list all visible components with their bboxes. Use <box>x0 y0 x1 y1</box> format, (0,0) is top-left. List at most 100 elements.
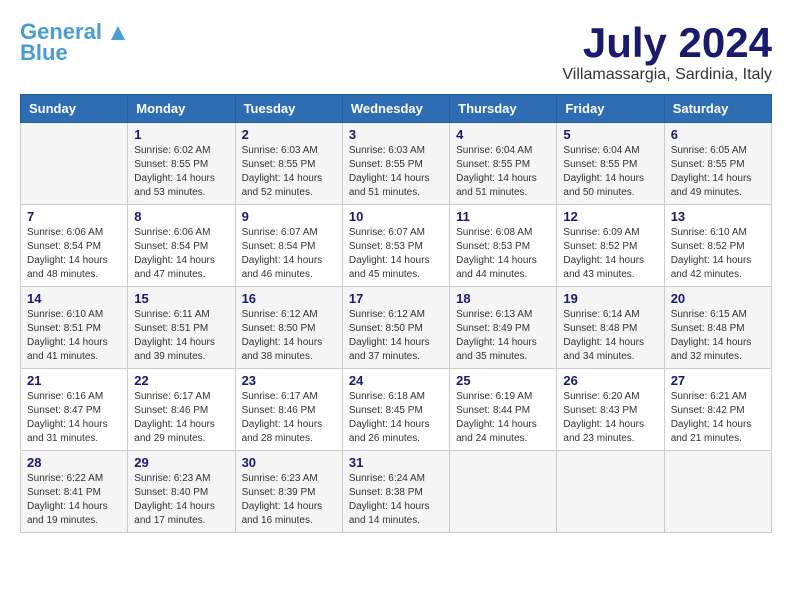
cell-week2-day1: 8 Sunrise: 6:06 AMSunset: 8:54 PMDaylight… <box>128 205 235 287</box>
day-number-12: 12 <box>563 209 657 224</box>
day-info-12: Sunrise: 6:09 AMSunset: 8:52 PMDaylight:… <box>563 226 657 282</box>
day-info-14: Sunrise: 6:10 AMSunset: 8:51 PMDaylight:… <box>27 308 121 364</box>
day-number-8: 8 <box>134 209 228 224</box>
day-info-4: Sunrise: 6:04 AMSunset: 8:55 PMDaylight:… <box>456 144 550 200</box>
day-number-24: 24 <box>349 373 443 388</box>
day-number-7: 7 <box>27 209 121 224</box>
day-info-29: Sunrise: 6:23 AMSunset: 8:40 PMDaylight:… <box>134 472 228 528</box>
day-info-22: Sunrise: 6:17 AMSunset: 8:46 PMDaylight:… <box>134 390 228 446</box>
day-info-30: Sunrise: 6:23 AMSunset: 8:39 PMDaylight:… <box>242 472 336 528</box>
day-number-31: 31 <box>349 455 443 470</box>
cell-week5-day4 <box>450 451 557 533</box>
day-info-28: Sunrise: 6:22 AMSunset: 8:41 PMDaylight:… <box>27 472 121 528</box>
page-header: General Blue July 2024 Villamassargia, S… <box>20 20 772 84</box>
title-block: July 2024 Villamassargia, Sardinia, Ital… <box>562 20 772 84</box>
week-row-1: 1 Sunrise: 6:02 AMSunset: 8:55 PMDaylight… <box>21 123 772 205</box>
day-number-5: 5 <box>563 127 657 142</box>
day-number-15: 15 <box>134 291 228 306</box>
day-info-26: Sunrise: 6:20 AMSunset: 8:43 PMDaylight:… <box>563 390 657 446</box>
cell-week4-day5: 26 Sunrise: 6:20 AMSunset: 8:43 PMDayligh… <box>557 369 664 451</box>
day-number-29: 29 <box>134 455 228 470</box>
header-friday: Friday <box>557 95 664 123</box>
cell-week5-day0: 28 Sunrise: 6:22 AMSunset: 8:41 PMDayligh… <box>21 451 128 533</box>
header-saturday: Saturday <box>664 95 771 123</box>
cell-week3-day1: 15 Sunrise: 6:11 AMSunset: 8:51 PMDayligh… <box>128 287 235 369</box>
cell-week2-day6: 13Sunrise: 6:10 AMSunset: 8:52 PMDayligh… <box>664 205 771 287</box>
cell-week5-day5 <box>557 451 664 533</box>
calendar-table: Sunday Monday Tuesday Wednesday Thursday… <box>20 94 772 533</box>
cell-week3-day5: 19 Sunrise: 6:14 AMSunset: 8:48 PMDayligh… <box>557 287 664 369</box>
day-number-22: 22 <box>134 373 228 388</box>
cell-week1-day1: 1 Sunrise: 6:02 AMSunset: 8:55 PMDaylight… <box>128 123 235 205</box>
day-number-16: 16 <box>242 291 336 306</box>
day-number-3: 3 <box>349 127 443 142</box>
day-info-24: Sunrise: 6:18 AMSunset: 8:45 PMDaylight:… <box>349 390 443 446</box>
cell-week1-day6: 6 Sunrise: 6:05 AMSunset: 8:55 PMDaylight… <box>664 123 771 205</box>
cell-week5-day2: 30 Sunrise: 6:23 AMSunset: 8:39 PMDayligh… <box>235 451 342 533</box>
day-info-16: Sunrise: 6:12 AMSunset: 8:50 PMDaylight:… <box>242 308 336 364</box>
day-info-11: Sunrise: 6:08 AMSunset: 8:53 PMDaylight:… <box>456 226 550 282</box>
day-number-17: 17 <box>349 291 443 306</box>
day-info-8: Sunrise: 6:06 AMSunset: 8:54 PMDaylight:… <box>134 226 228 282</box>
header-wednesday: Wednesday <box>342 95 449 123</box>
day-info-27: Sunrise: 6:21 AMSunset: 8:42 PMDaylight:… <box>671 390 765 446</box>
day-number-1: 1 <box>134 127 228 142</box>
cell-week4-day4: 25 Sunrise: 6:19 AMSunset: 8:44 PMDayligh… <box>450 369 557 451</box>
day-info-6: Sunrise: 6:05 AMSunset: 8:55 PMDaylight:… <box>671 144 765 200</box>
day-info-25: Sunrise: 6:19 AMSunset: 8:44 PMDaylight:… <box>456 390 550 446</box>
cell-week4-day2: 23 Sunrise: 6:17 AMSunset: 8:46 PMDayligh… <box>235 369 342 451</box>
location-subtitle: Villamassargia, Sardinia, Italy <box>562 66 772 84</box>
cell-week1-day3: 3 Sunrise: 6:03 AMSunset: 8:55 PMDaylight… <box>342 123 449 205</box>
cell-week3-day4: 18 Sunrise: 6:13 AMSunset: 8:49 PMDayligh… <box>450 287 557 369</box>
day-number-30: 30 <box>242 455 336 470</box>
day-info-7: Sunrise: 6:06 AMSunset: 8:54 PMDaylight:… <box>27 226 121 282</box>
logo: General Blue <box>20 20 128 66</box>
day-info-23: Sunrise: 6:17 AMSunset: 8:46 PMDaylight:… <box>242 390 336 446</box>
calendar-header-row: Sunday Monday Tuesday Wednesday Thursday… <box>21 95 772 123</box>
cell-week1-day0 <box>21 123 128 205</box>
day-info-1: Sunrise: 6:02 AMSunset: 8:55 PMDaylight:… <box>134 144 228 200</box>
day-number-23: 23 <box>242 373 336 388</box>
cell-week5-day6 <box>664 451 771 533</box>
day-info-18: Sunrise: 6:13 AMSunset: 8:49 PMDaylight:… <box>456 308 550 364</box>
day-number-14: 14 <box>27 291 121 306</box>
week-row-5: 28 Sunrise: 6:22 AMSunset: 8:41 PMDayligh… <box>21 451 772 533</box>
day-number-28: 28 <box>27 455 121 470</box>
cell-week2-day0: 7 Sunrise: 6:06 AMSunset: 8:54 PMDaylight… <box>21 205 128 287</box>
day-info-21: Sunrise: 6:16 AMSunset: 8:47 PMDaylight:… <box>27 390 121 446</box>
day-number-10: 10 <box>349 209 443 224</box>
day-number-19: 19 <box>563 291 657 306</box>
day-number-9: 9 <box>242 209 336 224</box>
header-monday: Monday <box>128 95 235 123</box>
cell-week1-day2: 2 Sunrise: 6:03 AMSunset: 8:55 PMDaylight… <box>235 123 342 205</box>
day-number-26: 26 <box>563 373 657 388</box>
day-info-19: Sunrise: 6:14 AMSunset: 8:48 PMDaylight:… <box>563 308 657 364</box>
day-number-18: 18 <box>456 291 550 306</box>
cell-week4-day6: 27 Sunrise: 6:21 AMSunset: 8:42 PMDayligh… <box>664 369 771 451</box>
day-number-6: 6 <box>671 127 765 142</box>
day-number-2: 2 <box>242 127 336 142</box>
cell-week3-day0: 14 Sunrise: 6:10 AMSunset: 8:51 PMDayligh… <box>21 287 128 369</box>
day-number-25: 25 <box>456 373 550 388</box>
cell-week2-day5: 12 Sunrise: 6:09 AMSunset: 8:52 PMDayligh… <box>557 205 664 287</box>
cell-week3-day3: 17Sunrise: 6:12 AMSunset: 8:50 PMDayligh… <box>342 287 449 369</box>
cell-week2-day2: 9 Sunrise: 6:07 AMSunset: 8:54 PMDaylight… <box>235 205 342 287</box>
day-info-9: Sunrise: 6:07 AMSunset: 8:54 PMDaylight:… <box>242 226 336 282</box>
cell-week2-day3: 10 Sunrise: 6:07 AMSunset: 8:53 PMDayligh… <box>342 205 449 287</box>
week-row-3: 14 Sunrise: 6:10 AMSunset: 8:51 PMDayligh… <box>21 287 772 369</box>
day-info-5: Sunrise: 6:04 AMSunset: 8:55 PMDaylight:… <box>563 144 657 200</box>
logo-blue: Blue <box>20 40 68 66</box>
day-info-3: Sunrise: 6:03 AMSunset: 8:55 PMDaylight:… <box>349 144 443 200</box>
header-tuesday: Tuesday <box>235 95 342 123</box>
day-number-13: 13 <box>671 209 765 224</box>
day-number-4: 4 <box>456 127 550 142</box>
day-info-10: Sunrise: 6:07 AMSunset: 8:53 PMDaylight:… <box>349 226 443 282</box>
cell-week2-day4: 11Sunrise: 6:08 AMSunset: 8:53 PMDayligh… <box>450 205 557 287</box>
cell-week4-day0: 21Sunrise: 6:16 AMSunset: 8:47 PMDayligh… <box>21 369 128 451</box>
day-info-15: Sunrise: 6:11 AMSunset: 8:51 PMDaylight:… <box>134 308 228 364</box>
day-info-2: Sunrise: 6:03 AMSunset: 8:55 PMDaylight:… <box>242 144 336 200</box>
day-number-27: 27 <box>671 373 765 388</box>
cell-week4-day3: 24 Sunrise: 6:18 AMSunset: 8:45 PMDayligh… <box>342 369 449 451</box>
header-sunday: Sunday <box>21 95 128 123</box>
month-year-title: July 2024 <box>562 20 772 66</box>
